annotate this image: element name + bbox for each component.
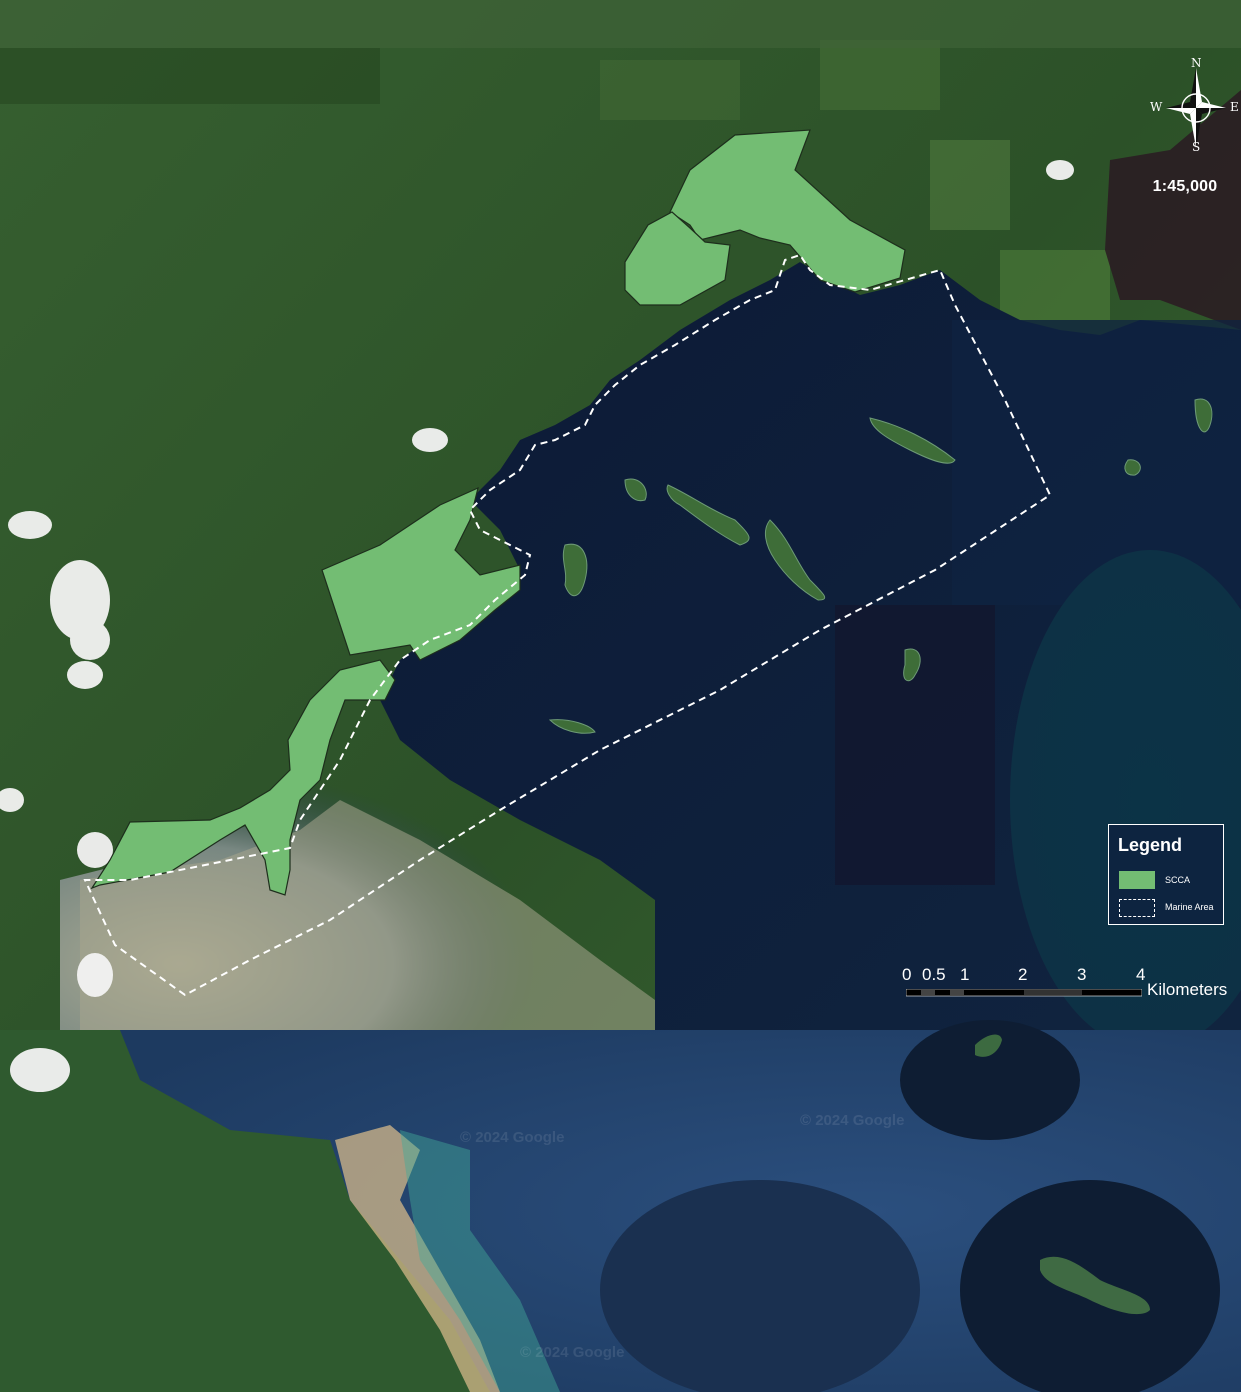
attribution-1: © 2024 Google xyxy=(800,1112,904,1129)
scale-tick-label: 1 xyxy=(960,965,970,984)
attribution-2: © 2024 Google xyxy=(460,1129,564,1146)
scale-tick-label: 0.5 xyxy=(922,965,946,984)
legend-swatch-marine-area xyxy=(1119,899,1155,917)
compass-n-label: N xyxy=(1191,56,1202,70)
compass-w-label: W xyxy=(1150,100,1163,114)
north-arrow: N S E W xyxy=(1150,56,1241,156)
map-canvas: © 2024 Google © 2024 Google © 2024 Googl… xyxy=(0,0,1241,1392)
legend-swatch-scca xyxy=(1119,871,1155,889)
compass-e-label: E xyxy=(1230,100,1239,114)
scale-tick-label: 4 xyxy=(1136,965,1146,984)
legend: Legend SCCA Marine Area xyxy=(1108,824,1224,925)
legend-label-scca: SCCA xyxy=(1165,875,1191,885)
scale-bar-graphic xyxy=(906,989,1142,997)
compass-s-label: S xyxy=(1192,140,1201,154)
scale-tick-label: 0 xyxy=(902,965,912,984)
scale-unit-label: Kilometers xyxy=(1147,980,1228,999)
scale-ratio: 1:45,000 xyxy=(1152,178,1218,195)
legend-label-marine-area: Marine Area xyxy=(1165,902,1214,912)
legend-title: Legend xyxy=(1118,835,1183,855)
scale-tick-label: 2 xyxy=(1018,965,1028,984)
scale-bar: 0 0.5 1 2 3 4 Kilometers xyxy=(900,960,1240,1005)
scale-tick-label: 3 xyxy=(1077,965,1087,984)
attribution-3: © 2024 Google xyxy=(520,1344,624,1361)
